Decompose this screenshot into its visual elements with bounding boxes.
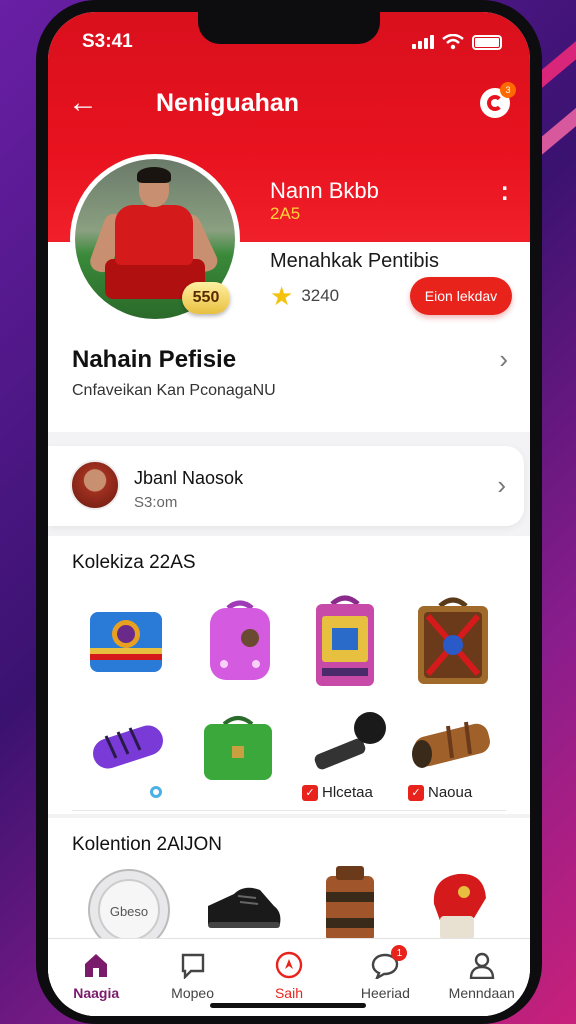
nav-item-explore[interactable]: Saih bbox=[241, 951, 337, 1001]
battery-icon bbox=[472, 34, 502, 50]
signal-icon bbox=[412, 35, 434, 49]
svg-text:Gbeso: Gbeso bbox=[110, 904, 148, 919]
brown-strap-icon[interactable] bbox=[316, 862, 386, 942]
check-icon: ✓ bbox=[408, 784, 424, 801]
chat-square-icon bbox=[181, 953, 204, 979]
purple-tube-icon[interactable] bbox=[86, 714, 170, 780]
friend-meta: S3:om bbox=[134, 494, 178, 511]
wooden-chest-icon[interactable] bbox=[412, 594, 494, 688]
status-time: S3:41 bbox=[82, 31, 133, 52]
nav-item-messages[interactable]: 1 Heeriad bbox=[337, 945, 433, 1001]
chevron-right-icon: › bbox=[499, 344, 508, 374]
player-year: 2A5 bbox=[270, 204, 301, 223]
green-bag-icon[interactable] bbox=[198, 708, 278, 788]
status-dot-icon bbox=[150, 786, 162, 798]
back-arrow-icon[interactable]: ← bbox=[68, 86, 108, 120]
wooden-cannon-icon[interactable] bbox=[408, 712, 498, 778]
notch bbox=[198, 12, 380, 44]
rating-badge: 550 bbox=[182, 282, 230, 314]
blue-chest-icon[interactable] bbox=[84, 600, 168, 684]
app-screen: S3:41 ← Neniguahan 3 550 Nann Bkbb 2A5 .… bbox=[48, 12, 530, 1016]
app-bar: ← Neniguahan 3 bbox=[48, 72, 530, 134]
compass-icon bbox=[275, 951, 303, 979]
pink-backpack-icon[interactable] bbox=[200, 598, 280, 686]
star-icon: ★ bbox=[270, 281, 294, 311]
section-title: Kolekiza 22AS bbox=[72, 552, 196, 573]
check-icon: ✓ bbox=[302, 784, 318, 801]
arcade-case-icon[interactable] bbox=[310, 594, 380, 690]
red-glove-icon[interactable] bbox=[414, 864, 498, 942]
chevron-right-icon: › bbox=[497, 470, 506, 500]
nav-item-chat[interactable]: Mopeo bbox=[145, 951, 241, 1001]
player-name: Nann Bkbb bbox=[270, 178, 379, 203]
player-avatar[interactable]: 550 bbox=[70, 154, 240, 324]
item-label: ✓ Naoua bbox=[408, 784, 472, 801]
notification-button[interactable]: 3 bbox=[480, 82, 516, 118]
more-options-icon[interactable]: .. bbox=[501, 171, 508, 205]
item-label: ✓ Hlcetaa bbox=[302, 784, 373, 801]
info-subtitle: Cnfaveikan Kan PconagaNU bbox=[72, 382, 276, 399]
profile-info-row[interactable]: Nahain Pefisie Cnfaveikan Kan PconagaNU … bbox=[48, 332, 530, 432]
friend-name: Jbanl Naosok bbox=[134, 468, 244, 488]
white-drum-icon[interactable]: Gbeso bbox=[84, 866, 174, 938]
notification-badge: 3 bbox=[500, 82, 516, 98]
phone-frame: S3:41 ← Neniguahan 3 550 Nann Bkbb 2A5 .… bbox=[36, 0, 542, 1024]
player-subtitle: Menahkak Pentibis bbox=[270, 250, 439, 272]
collection-section: Kolekiza 22AS ✓ Hlcetaa ✓ Naoua bbox=[48, 536, 530, 814]
black-microphone-icon[interactable] bbox=[306, 708, 390, 780]
coin-value: 3240 bbox=[301, 286, 340, 305]
wifi-icon bbox=[442, 34, 464, 50]
action-button[interactable]: Eion lekdav bbox=[410, 277, 512, 315]
black-shoe-icon[interactable] bbox=[200, 876, 286, 936]
divider bbox=[72, 810, 506, 811]
page-title: Neniguahan bbox=[156, 88, 300, 117]
home-indicator bbox=[210, 1003, 366, 1008]
friend-card[interactable]: Jbanl Naosok S3:om › bbox=[48, 446, 524, 526]
info-title: Nahain Pefisie bbox=[72, 346, 237, 373]
notification-icon bbox=[487, 95, 503, 111]
coin-balance: ★ 3240 bbox=[270, 281, 340, 311]
friend-avatar bbox=[70, 460, 120, 510]
home-icon bbox=[85, 954, 108, 977]
nav-item-profile[interactable]: Menndaan bbox=[434, 951, 530, 1001]
nav-item-home[interactable]: Naagia bbox=[48, 951, 144, 1001]
profile-icon bbox=[469, 952, 494, 979]
section-title: Kolention 2AlJON bbox=[72, 834, 222, 855]
message-badge: 1 bbox=[391, 945, 408, 961]
